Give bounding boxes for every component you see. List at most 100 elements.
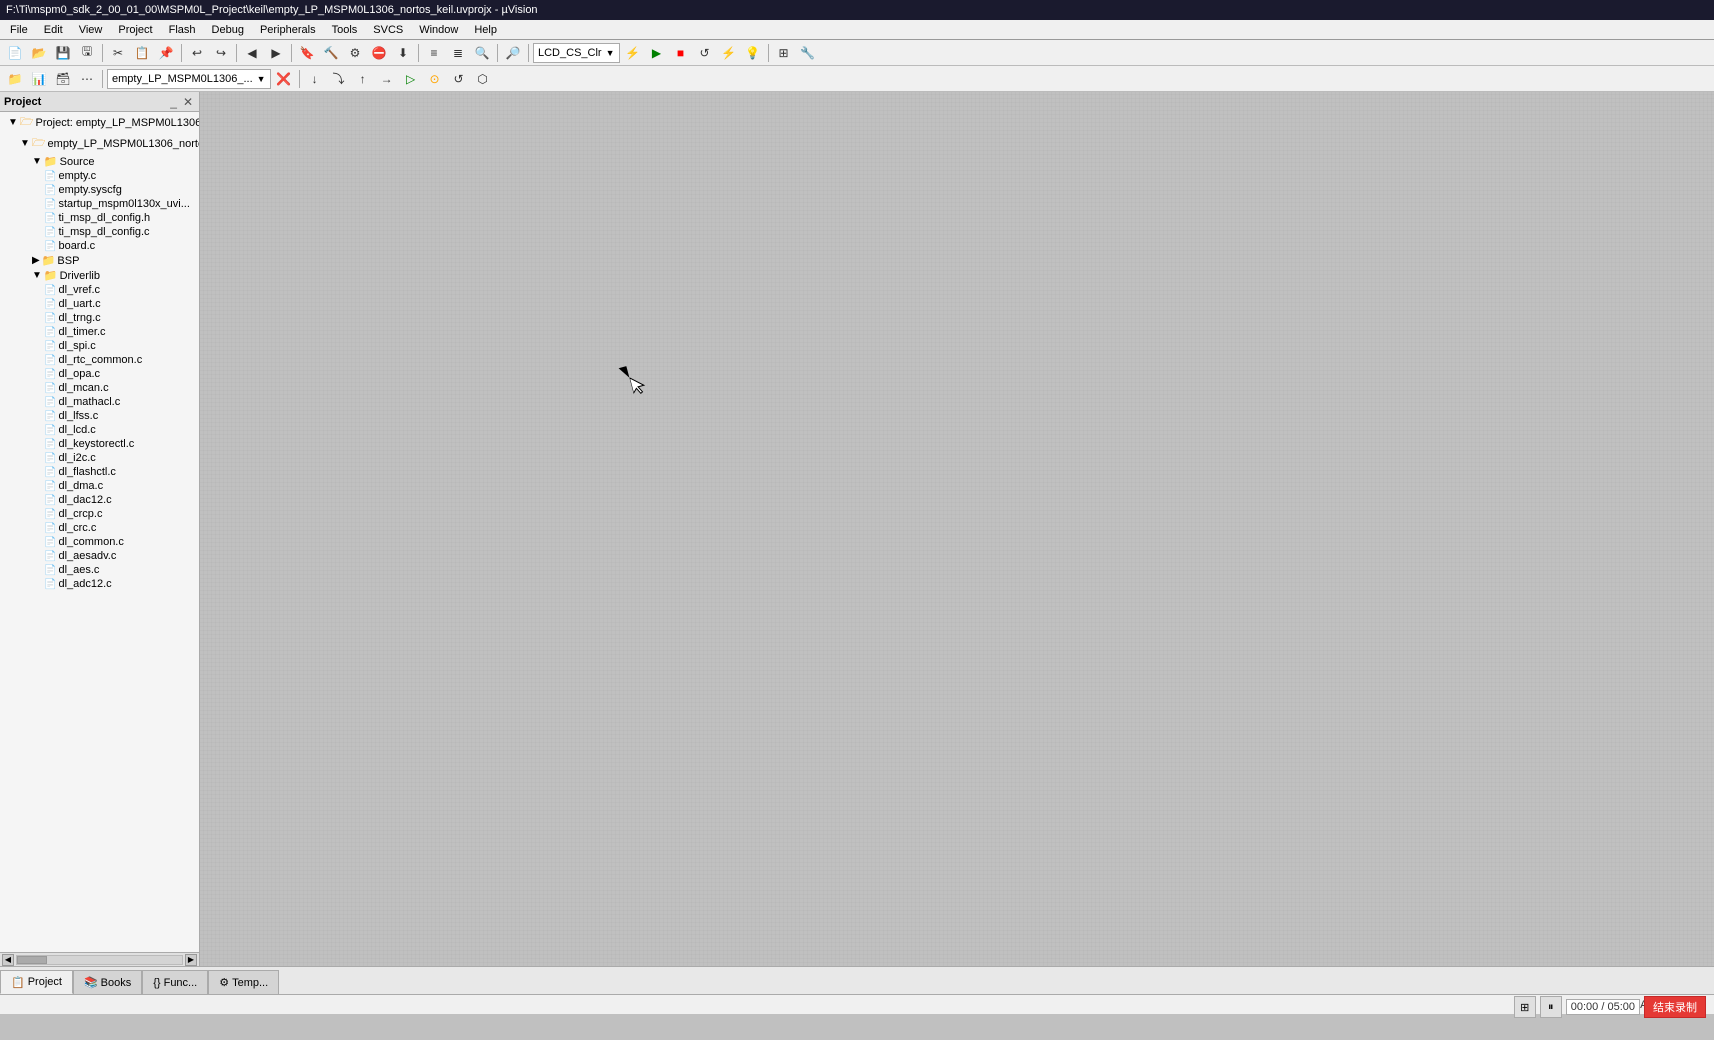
tree-file-startup[interactable]: 📄 startup_mspm0l130x_uvi... bbox=[0, 197, 199, 211]
menu-help[interactable]: Help bbox=[466, 22, 505, 38]
outdent-btn[interactable]: ≣ bbox=[447, 42, 469, 64]
start-debug-btn[interactable]: ⚡ bbox=[718, 42, 740, 64]
tree-dl-keystorectl[interactable]: 📄 dl_keystorectl.c bbox=[0, 437, 199, 451]
tree-dl-spi[interactable]: 📄 dl_spi.c bbox=[0, 339, 199, 353]
tree-dl-mathacl[interactable]: 📄 dl_mathacl.c bbox=[0, 395, 199, 409]
find-btn[interactable]: 🔍 bbox=[471, 42, 493, 64]
tree-dl-dma[interactable]: 📄 dl_dma.c bbox=[0, 479, 199, 493]
menu-window[interactable]: Window bbox=[411, 22, 466, 38]
flash-download-btn[interactable]: 💡 bbox=[742, 42, 764, 64]
tree-file-ti-config-h[interactable]: 📄 ti_msp_dl_config.h bbox=[0, 211, 199, 225]
tree-dl-opa[interactable]: 📄 dl_opa.c bbox=[0, 367, 199, 381]
settings-btn[interactable]: 🔧 bbox=[797, 42, 819, 64]
undo-btn[interactable]: ↩ bbox=[186, 42, 208, 64]
target-combo[interactable]: LCD_CS_Clr ▼ bbox=[533, 43, 620, 63]
step-in-btn[interactable]: ↓ bbox=[304, 68, 326, 90]
tab-temp[interactable]: ⚙ Temp... bbox=[208, 970, 279, 994]
redo-btn[interactable]: ↪ bbox=[210, 42, 232, 64]
project-panel-minimize[interactable]: _ bbox=[168, 95, 179, 109]
continue-btn[interactable]: ▷ bbox=[400, 68, 422, 90]
tab-books[interactable]: 📚 Books bbox=[73, 970, 142, 994]
run-to-btn[interactable]: → bbox=[376, 68, 398, 90]
tree-dl-timer[interactable]: 📄 dl_timer.c bbox=[0, 325, 199, 339]
tree-dl-lcd[interactable]: 📄 dl_lcd.c bbox=[0, 423, 199, 437]
tree-dl-mcan[interactable]: 📄 dl_mcan.c bbox=[0, 381, 199, 395]
tree-file-empty-c[interactable]: 📄 empty.c bbox=[0, 169, 199, 183]
more-btn[interactable]: ⋯ bbox=[76, 68, 98, 90]
tree-bsp-group[interactable]: ▶ 📁 BSP bbox=[0, 253, 199, 268]
file-combo-btn[interactable]: ❌ bbox=[273, 68, 295, 90]
file-combo[interactable]: empty_LP_MSPM0L1306_... ▼ bbox=[107, 69, 271, 89]
debug-stop-recording-btn[interactable]: 结束录制 bbox=[1644, 996, 1706, 1018]
tree-root[interactable]: ▼ 🗁 Project: empty_LP_MSPM0L1306_no bbox=[0, 112, 199, 133]
nav-back-btn[interactable]: ◀ bbox=[241, 42, 263, 64]
tree-file-ti-config-c[interactable]: 📄 ti_msp_dl_config.c bbox=[0, 225, 199, 239]
tab-func[interactable]: {} Func... bbox=[142, 970, 208, 994]
nav-fwd-btn[interactable]: ▶ bbox=[265, 42, 287, 64]
tree-dl-crcp[interactable]: 📄 dl_crcp.c bbox=[0, 507, 199, 521]
download-btn[interactable]: ⬇ bbox=[392, 42, 414, 64]
step-out-btn[interactable]: ↑ bbox=[352, 68, 374, 90]
debug-stop-btn[interactable]: ⊙ bbox=[424, 68, 446, 90]
paste-btn[interactable]: 📌 bbox=[155, 42, 177, 64]
breakpoints-btn[interactable]: ⬡ bbox=[472, 68, 494, 90]
menu-tools[interactable]: Tools bbox=[324, 22, 366, 38]
menu-peripherals[interactable]: Peripherals bbox=[252, 22, 324, 38]
tree-dl-i2c[interactable]: 📄 dl_i2c.c bbox=[0, 451, 199, 465]
scroll-track[interactable] bbox=[16, 955, 183, 965]
tree-dl-crc[interactable]: 📄 dl_crc.c bbox=[0, 521, 199, 535]
rebuild-btn[interactable]: ⚙ bbox=[344, 42, 366, 64]
tree-dl-aes[interactable]: 📄 dl_aes.c bbox=[0, 563, 199, 577]
grid-btn[interactable]: ⊞ bbox=[773, 42, 795, 64]
tree-dl-adc12[interactable]: 📄 dl_adc12.c bbox=[0, 577, 199, 591]
scroll-right-btn[interactable]: ▶ bbox=[185, 954, 197, 966]
tree-driverlib-group[interactable]: ▼ 📁 Driverlib bbox=[0, 268, 199, 283]
menu-edit[interactable]: Edit bbox=[36, 22, 71, 38]
debug-pause-btn[interactable]: ⏸ bbox=[1540, 996, 1562, 1018]
zoom-btn[interactable]: 🔎 bbox=[502, 42, 524, 64]
scroll-thumb[interactable] bbox=[17, 956, 47, 964]
memory-btn[interactable]: 🗃 bbox=[52, 68, 74, 90]
tree-source-group[interactable]: ▼ 📁 Source bbox=[0, 154, 199, 169]
tree-file-empty-syscfg[interactable]: 📄 empty.syscfg bbox=[0, 183, 199, 197]
menu-flash[interactable]: Flash bbox=[161, 22, 204, 38]
stop-build-btn[interactable]: ⛔ bbox=[368, 42, 390, 64]
reset-btn[interactable]: ↺ bbox=[694, 42, 716, 64]
menu-view[interactable]: View bbox=[71, 22, 111, 38]
save-all-btn[interactable]: 🖫 bbox=[76, 42, 98, 64]
build-btn[interactable]: 🔨 bbox=[320, 42, 342, 64]
tree-dl-vref[interactable]: 📄 dl_vref.c bbox=[0, 283, 199, 297]
project-hscrollbar[interactable]: ◀ ▶ bbox=[0, 952, 199, 966]
tree-dl-trng[interactable]: 📄 dl_trng.c bbox=[0, 311, 199, 325]
tree-dl-common[interactable]: 📄 dl_common.c bbox=[0, 535, 199, 549]
project-panel-close[interactable]: ✕ bbox=[181, 95, 195, 109]
stop-run-btn[interactable]: ■ bbox=[670, 42, 692, 64]
tree-dl-uart[interactable]: 📄 dl_uart.c bbox=[0, 297, 199, 311]
tree-dl-lfss[interactable]: 📄 dl_lfss.c bbox=[0, 409, 199, 423]
tree-file-board[interactable]: 📄 board.c bbox=[0, 239, 199, 253]
tree-dl-flashctl[interactable]: 📄 dl_flashctl.c bbox=[0, 465, 199, 479]
project-window-btn[interactable]: 📁 bbox=[4, 68, 26, 90]
reset-debug-btn[interactable]: ↺ bbox=[448, 68, 470, 90]
bookmark-btn[interactable]: 🔖 bbox=[296, 42, 318, 64]
menu-svcs[interactable]: SVCS bbox=[365, 22, 411, 38]
menu-file[interactable]: File bbox=[2, 22, 36, 38]
step-over-btn[interactable]: ⤵ bbox=[328, 68, 350, 90]
open-btn[interactable]: 📂 bbox=[28, 42, 50, 64]
tab-project[interactable]: 📋 Project bbox=[0, 970, 73, 994]
target-options-btn[interactable]: ⚡ bbox=[622, 42, 644, 64]
menu-debug[interactable]: Debug bbox=[204, 22, 252, 38]
debug-grid-btn[interactable]: ⊞ bbox=[1514, 996, 1536, 1018]
save-btn[interactable]: 💾 bbox=[52, 42, 74, 64]
tree-target[interactable]: ▼ 🗁 empty_LP_MSPM0L1306_nortos... bbox=[0, 133, 199, 154]
cut-btn[interactable]: ✂ bbox=[107, 42, 129, 64]
indent-btn[interactable]: ≡ bbox=[423, 42, 445, 64]
tree-dl-aesadv[interactable]: 📄 dl_aesadv.c bbox=[0, 549, 199, 563]
new-file-btn[interactable]: 📄 bbox=[4, 42, 26, 64]
tree-dl-rtc[interactable]: 📄 dl_rtc_common.c bbox=[0, 353, 199, 367]
copy-btn[interactable]: 📋 bbox=[131, 42, 153, 64]
run-btn[interactable]: ▶ bbox=[646, 42, 668, 64]
scroll-left-btn[interactable]: ◀ bbox=[2, 954, 14, 966]
tree-dl-dac12[interactable]: 📄 dl_dac12.c bbox=[0, 493, 199, 507]
registers-btn[interactable]: 📊 bbox=[28, 68, 50, 90]
